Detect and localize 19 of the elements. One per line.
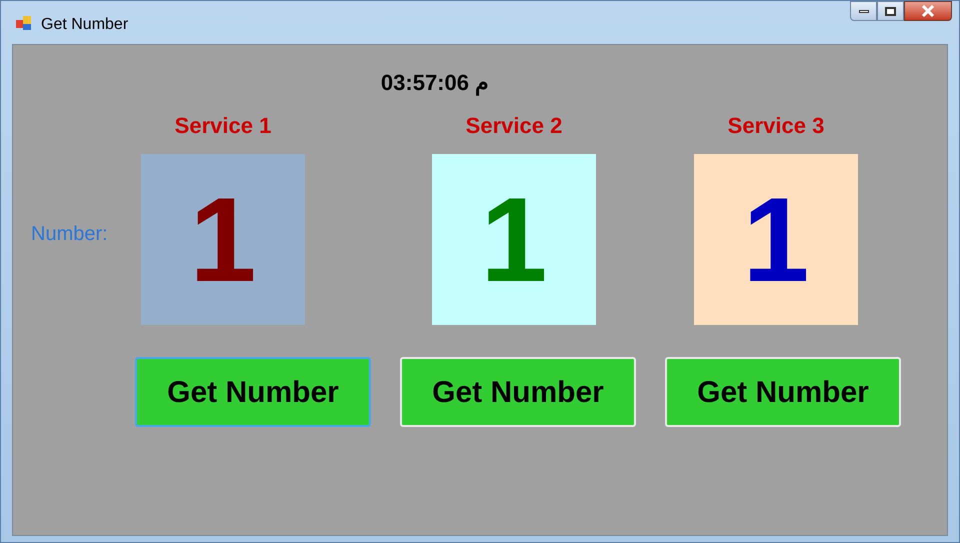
window-title: Get Number [41, 15, 128, 35]
get-number-button[interactable]: Get Number [665, 357, 901, 427]
minimize-icon [858, 10, 868, 12]
service-title: Service 2 [466, 112, 562, 140]
service-title: Service 3 [728, 112, 824, 140]
maximize-icon [885, 6, 896, 16]
queue-number: 1 [480, 180, 548, 300]
queue-number: 1 [190, 180, 256, 300]
service-title: Service 1 [174, 112, 272, 140]
number-label: Number: [31, 222, 108, 247]
get-number-button[interactable]: Get Number [400, 357, 636, 427]
minimize-button[interactable] [850, 1, 877, 21]
maximize-button[interactable] [877, 1, 904, 21]
close-button[interactable] [904, 1, 952, 21]
clock-text: 03:57:06 م [380, 69, 490, 98]
close-icon [921, 5, 935, 17]
get-number-button[interactable]: Get Number [135, 357, 371, 427]
app-icon [15, 14, 33, 32]
queue-number: 1 [742, 180, 810, 300]
